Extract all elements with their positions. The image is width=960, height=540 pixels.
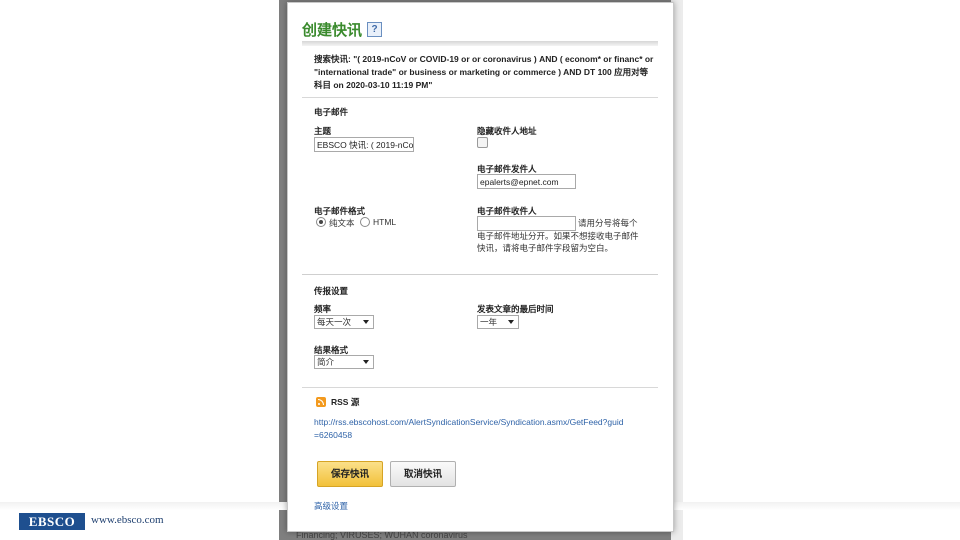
hide-recipients-label: 隐藏收件人地址 (477, 126, 537, 136)
frequency-select[interactable]: 每天一次 (314, 315, 374, 329)
chevron-down-icon (363, 360, 369, 364)
max-age-label: 发表文章的最后时间 (477, 304, 554, 314)
frequency-label: 频率 (314, 304, 332, 314)
divider (302, 387, 658, 388)
result-format-value: 简介 (317, 357, 335, 367)
create-alert-dialog: 创建快讯 ? 搜索快讯: "( 2019-nCoV or COVID-19 or… (287, 2, 674, 532)
subject-label: 主题 (314, 126, 332, 136)
max-age-select[interactable]: 一年 (477, 315, 519, 329)
format-html-label: HTML (373, 217, 397, 227)
cancel-alert-button[interactable]: 取消快讯 (390, 461, 456, 487)
frequency-value: 每天一次 (317, 317, 352, 327)
dialog-title-bar: 创建快讯 ? (302, 17, 383, 41)
help-icon[interactable]: ? (367, 21, 383, 37)
email-format-label: 电子邮件格式 (314, 206, 366, 216)
format-plaintext-radio[interactable] (316, 217, 326, 227)
save-alert-button[interactable]: 保存快讯 (317, 461, 383, 487)
result-format-select[interactable]: 简介 (314, 355, 374, 369)
subject-input[interactable]: EBSCO 快讯: ( 2019-nCo (314, 137, 414, 152)
recipient-help-text: 请用分号将每个电子邮件地址分开。如果不想接收电子邮件快讯，请将电子邮件字段留为空… (477, 218, 639, 253)
divider (302, 274, 658, 275)
advanced-settings-link[interactable]: 高级设置 (314, 500, 348, 512)
title-underline (302, 41, 658, 46)
sender-input[interactable]: epalerts@epnet.com (477, 174, 576, 189)
email-section-title: 电子邮件 (314, 107, 349, 117)
rss-icon (316, 397, 326, 407)
schedule-section-title: 传报设置 (314, 286, 349, 296)
rss-feed-row: RSS 源 (316, 396, 359, 408)
dialog-title: 创建快讯 (302, 21, 363, 39)
ebsco-logo: EBSCO (19, 513, 85, 530)
chevron-down-icon (508, 320, 514, 324)
chevron-down-icon (363, 320, 369, 324)
ebsco-url: www.ebsco.com (91, 514, 164, 526)
divider (302, 97, 658, 98)
rss-feed-link[interactable]: http://rss.ebscohost.com/AlertSyndicatio… (314, 416, 624, 441)
format-html-radio[interactable] (360, 217, 370, 227)
max-age-value: 一年 (480, 317, 498, 327)
hide-recipients-checkbox[interactable] (477, 137, 488, 148)
rss-label: RSS 源 (331, 397, 360, 407)
format-plaintext-label: 纯文本 (329, 218, 355, 228)
search-query-text: 搜索快讯: "( 2019-nCoV or COVID-19 or or cor… (314, 54, 654, 90)
